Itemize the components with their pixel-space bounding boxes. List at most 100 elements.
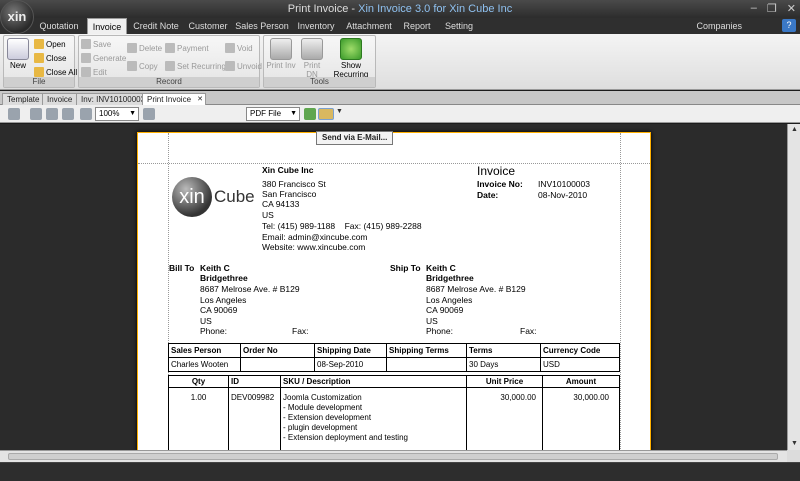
order-info-value-row: Charles Wooten 08-Sep-2010 30 Days USD bbox=[168, 357, 620, 372]
delete-button[interactable]: Delete bbox=[127, 43, 162, 53]
header-shipping-terms: Shipping Terms bbox=[386, 343, 467, 358]
show-recurring-button[interactable]: Show Recurring bbox=[326, 38, 376, 79]
header-unit-price: Unit Price bbox=[466, 375, 543, 388]
window-controls: – ❐ ✕ bbox=[751, 2, 796, 15]
app-window: Print Invoice - Xin Invoice 3.0 for Xin … bbox=[0, 0, 800, 481]
company-address1: 380 Francisco St bbox=[262, 179, 326, 189]
item-id: DEV009982 bbox=[228, 387, 281, 451]
order-info-header-row: Sales Person Order No Shipping Date Ship… bbox=[168, 343, 620, 358]
email-dropdown-icon[interactable]: ▼ bbox=[336, 108, 343, 120]
tab-inventory[interactable]: Inventory bbox=[294, 18, 338, 34]
file-group-title: File bbox=[4, 77, 74, 87]
tools-group: Print Inv Print DN Show Recurring Tools bbox=[263, 35, 376, 88]
quick-print-icon[interactable] bbox=[62, 108, 74, 120]
tree-toggle-icon[interactable] bbox=[8, 108, 20, 120]
tab-invoice[interactable]: Invoice bbox=[87, 18, 127, 34]
email-icon[interactable] bbox=[318, 108, 334, 120]
open-button[interactable]: Open bbox=[34, 39, 66, 49]
page-setup-icon[interactable] bbox=[30, 108, 42, 120]
close-all-button[interactable]: Close All bbox=[34, 67, 77, 77]
export-format-select[interactable]: PDF File ▼ bbox=[246, 107, 300, 121]
close-button[interactable]: Close bbox=[34, 53, 66, 63]
doc-tab-template[interactable]: Template bbox=[2, 93, 45, 105]
report-toolbar: 100% ▼ PDF File ▼ ▼ bbox=[0, 105, 800, 123]
horizontal-scrollbar[interactable] bbox=[0, 450, 787, 462]
export-format-value: PDF File bbox=[250, 109, 282, 118]
unvoid-button[interactable]: Unvoid bbox=[225, 61, 262, 71]
help-icon[interactable]: ? bbox=[782, 19, 796, 32]
export-icon[interactable] bbox=[304, 108, 316, 120]
order-info-table: Sales Person Order No Shipping Date Ship… bbox=[168, 343, 620, 372]
value-terms: 30 Days bbox=[466, 357, 541, 372]
date-label: Date: bbox=[477, 190, 499, 200]
doc-tab-inv-record[interactable]: Inv: INV10100003 bbox=[76, 93, 151, 105]
doc-tab-print-invoice-label: Print Invoice bbox=[147, 95, 192, 104]
header-sales-person: Sales Person bbox=[168, 343, 241, 358]
copy-button[interactable]: Copy bbox=[127, 61, 158, 71]
folder-open-icon bbox=[34, 39, 44, 49]
tab-customer[interactable]: Customer bbox=[186, 18, 230, 34]
tab-setting[interactable]: Setting bbox=[440, 18, 478, 34]
bill-to-label: Bill To bbox=[169, 263, 195, 273]
vertical-scrollbar[interactable]: ▲ ▼ bbox=[787, 124, 800, 450]
item-description-line: - Extension deployment and testing bbox=[283, 433, 408, 442]
set-recurring-button[interactable]: Set Recurring bbox=[165, 61, 226, 71]
zoom-out-icon[interactable] bbox=[80, 108, 92, 120]
tab-report[interactable]: Report bbox=[400, 18, 434, 34]
item-description-line: - Module development bbox=[283, 403, 363, 412]
send-email-tooltip: Send via E-Mail... bbox=[316, 131, 394, 145]
margin-guide-right bbox=[620, 133, 621, 451]
app-menu-orb[interactable]: xin bbox=[0, 0, 34, 34]
companies-menu[interactable]: Companies bbox=[696, 18, 742, 34]
save-button[interactable]: Save bbox=[81, 39, 111, 49]
company-address3: CA 94133 bbox=[262, 199, 300, 209]
doc-tab-invoice[interactable]: Invoice bbox=[42, 93, 78, 105]
tab-attachment[interactable]: Attachment bbox=[344, 18, 394, 34]
close-window-button[interactable]: ✕ bbox=[787, 2, 796, 15]
company-email-line: Email: admin@xincube.com bbox=[262, 232, 368, 242]
copy-label: Copy bbox=[139, 61, 158, 71]
bill-to-line1: 8687 Melrose Ave. # B129 bbox=[200, 284, 300, 294]
print-icon[interactable] bbox=[46, 108, 58, 120]
email-label: Email: bbox=[262, 232, 286, 242]
minimize-button[interactable]: – bbox=[751, 2, 757, 15]
company-website-line: Website: www.xincube.com bbox=[262, 242, 365, 252]
bill-to-company: Bridgethree bbox=[200, 273, 248, 283]
maximize-button[interactable]: ❐ bbox=[767, 2, 777, 15]
zoom-in-icon[interactable] bbox=[143, 108, 155, 120]
scroll-up-icon[interactable]: ▲ bbox=[790, 126, 799, 134]
invoice-no-label: Invoice No: bbox=[477, 179, 523, 189]
horizontal-scroll-thumb[interactable] bbox=[8, 453, 778, 460]
value-currency-code: USD bbox=[540, 357, 620, 372]
copy-icon bbox=[127, 61, 137, 71]
void-button[interactable]: Void bbox=[225, 43, 253, 53]
open-label: Open bbox=[46, 39, 66, 49]
printer-icon bbox=[270, 38, 292, 60]
new-button[interactable]: New bbox=[7, 38, 29, 70]
window-title: Print Invoice bbox=[287, 3, 349, 15]
ship-to-company: Bridgethree bbox=[426, 273, 474, 283]
item-amount: 30,000.00 bbox=[542, 387, 620, 451]
bill-to-phone-label: Phone: bbox=[200, 326, 227, 336]
payment-button[interactable]: Payment bbox=[165, 43, 209, 53]
edit-button[interactable]: Edit bbox=[81, 67, 107, 77]
print-inv-button[interactable]: Print Inv bbox=[266, 38, 296, 70]
doc-tab-print-invoice[interactable]: Print Invoice ✕ bbox=[142, 93, 207, 105]
new-document-icon bbox=[7, 38, 29, 60]
header-order-no: Order No bbox=[240, 343, 315, 358]
item-description-line: - plugin development bbox=[283, 423, 358, 432]
header-terms: Terms bbox=[466, 343, 541, 358]
tab-sales-person[interactable]: Sales Person bbox=[234, 18, 290, 34]
record-group-title: Record bbox=[79, 77, 259, 87]
recurring-icon bbox=[165, 61, 175, 71]
tab-credit-note[interactable]: Credit Note bbox=[130, 18, 182, 34]
ship-to-line1: 8687 Melrose Ave. # B129 bbox=[426, 284, 526, 294]
printer-dn-icon bbox=[301, 38, 323, 60]
ship-to-fax-label: Fax: bbox=[520, 326, 537, 336]
value-shipping-date: 08-Sep-2010 bbox=[314, 357, 387, 372]
print-dn-button[interactable]: Print DN bbox=[297, 38, 327, 79]
zoom-select[interactable]: 100% ▼ bbox=[95, 107, 139, 121]
tab-quotation[interactable]: Quotation bbox=[34, 18, 84, 34]
scroll-down-icon[interactable]: ▼ bbox=[790, 440, 799, 448]
generate-button[interactable]: Generate bbox=[81, 53, 126, 63]
